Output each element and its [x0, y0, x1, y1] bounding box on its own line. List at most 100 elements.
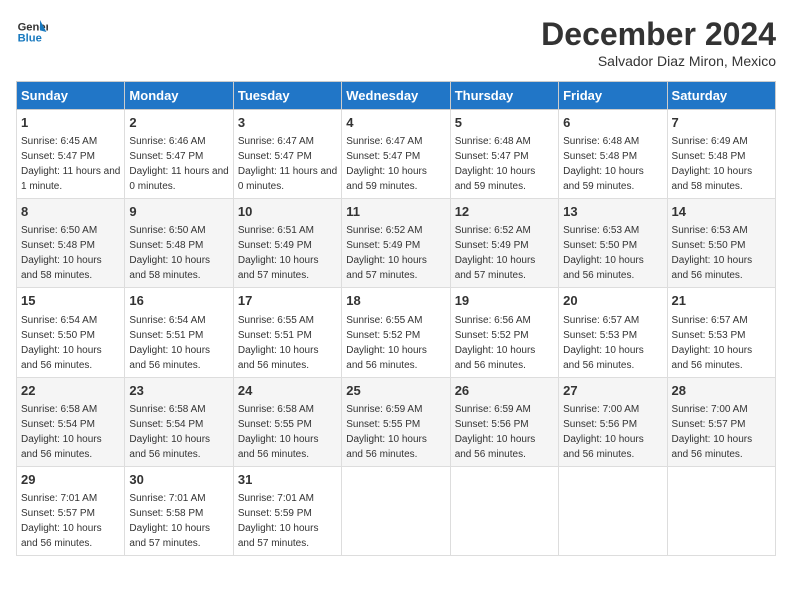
calendar-cell: [342, 466, 450, 555]
day-detail: Sunrise: 6:46 AMSunset: 5:47 PMDaylight:…: [129, 136, 228, 192]
day-number: 26: [455, 382, 554, 400]
calendar-cell: 4 Sunrise: 6:47 AMSunset: 5:47 PMDayligh…: [342, 110, 450, 199]
logo-icon: General Blue: [16, 16, 48, 48]
day-number: 21: [672, 292, 771, 310]
calendar-cell: 20 Sunrise: 6:57 AMSunset: 5:53 PMDaylig…: [559, 288, 667, 377]
day-detail: Sunrise: 6:55 AMSunset: 5:52 PMDaylight:…: [346, 315, 427, 371]
day-number: 3: [238, 114, 337, 132]
day-number: 6: [563, 114, 662, 132]
day-number: 28: [672, 382, 771, 400]
calendar-cell: 2 Sunrise: 6:46 AMSunset: 5:47 PMDayligh…: [125, 110, 233, 199]
day-number: 1: [21, 114, 120, 132]
day-detail: Sunrise: 7:01 AMSunset: 5:57 PMDaylight:…: [21, 493, 102, 549]
calendar-table: SundayMondayTuesdayWednesdayThursdayFrid…: [16, 81, 776, 556]
day-number: 13: [563, 203, 662, 221]
day-detail: Sunrise: 6:50 AMSunset: 5:48 PMDaylight:…: [129, 225, 210, 281]
calendar-cell: 22 Sunrise: 6:58 AMSunset: 5:54 PMDaylig…: [17, 377, 125, 466]
calendar-cell: 29 Sunrise: 7:01 AMSunset: 5:57 PMDaylig…: [17, 466, 125, 555]
calendar-cell: 21 Sunrise: 6:57 AMSunset: 5:53 PMDaylig…: [667, 288, 775, 377]
day-detail: Sunrise: 6:45 AMSunset: 5:47 PMDaylight:…: [21, 136, 120, 192]
day-number: 8: [21, 203, 120, 221]
day-detail: Sunrise: 6:53 AMSunset: 5:50 PMDaylight:…: [563, 225, 644, 281]
day-detail: Sunrise: 6:49 AMSunset: 5:48 PMDaylight:…: [672, 136, 753, 192]
header-day: Wednesday: [342, 82, 450, 110]
location: Salvador Diaz Miron, Mexico: [541, 53, 776, 69]
calendar-cell: 7 Sunrise: 6:49 AMSunset: 5:48 PMDayligh…: [667, 110, 775, 199]
day-number: 20: [563, 292, 662, 310]
day-detail: Sunrise: 7:00 AMSunset: 5:56 PMDaylight:…: [563, 404, 644, 460]
day-number: 29: [21, 471, 120, 489]
day-detail: Sunrise: 6:51 AMSunset: 5:49 PMDaylight:…: [238, 225, 319, 281]
calendar-cell: 31 Sunrise: 7:01 AMSunset: 5:59 PMDaylig…: [233, 466, 341, 555]
day-detail: Sunrise: 6:54 AMSunset: 5:50 PMDaylight:…: [21, 315, 102, 371]
day-number: 30: [129, 471, 228, 489]
day-detail: Sunrise: 6:59 AMSunset: 5:55 PMDaylight:…: [346, 404, 427, 460]
calendar-cell: 17 Sunrise: 6:55 AMSunset: 5:51 PMDaylig…: [233, 288, 341, 377]
day-detail: Sunrise: 7:01 AMSunset: 5:58 PMDaylight:…: [129, 493, 210, 549]
day-number: 7: [672, 114, 771, 132]
day-detail: Sunrise: 6:52 AMSunset: 5:49 PMDaylight:…: [346, 225, 427, 281]
calendar-week-row: 8 Sunrise: 6:50 AMSunset: 5:48 PMDayligh…: [17, 199, 776, 288]
header-day: Tuesday: [233, 82, 341, 110]
day-detail: Sunrise: 6:47 AMSunset: 5:47 PMDaylight:…: [238, 136, 337, 192]
day-detail: Sunrise: 6:54 AMSunset: 5:51 PMDaylight:…: [129, 315, 210, 371]
header-day: Monday: [125, 82, 233, 110]
calendar-cell: 5 Sunrise: 6:48 AMSunset: 5:47 PMDayligh…: [450, 110, 558, 199]
calendar-week-row: 15 Sunrise: 6:54 AMSunset: 5:50 PMDaylig…: [17, 288, 776, 377]
day-detail: Sunrise: 6:58 AMSunset: 5:55 PMDaylight:…: [238, 404, 319, 460]
calendar-cell: 11 Sunrise: 6:52 AMSunset: 5:49 PMDaylig…: [342, 199, 450, 288]
calendar-week-row: 29 Sunrise: 7:01 AMSunset: 5:57 PMDaylig…: [17, 466, 776, 555]
calendar-cell: [450, 466, 558, 555]
day-detail: Sunrise: 6:57 AMSunset: 5:53 PMDaylight:…: [672, 315, 753, 371]
day-detail: Sunrise: 6:57 AMSunset: 5:53 PMDaylight:…: [563, 315, 644, 371]
calendar-cell: 6 Sunrise: 6:48 AMSunset: 5:48 PMDayligh…: [559, 110, 667, 199]
svg-text:Blue: Blue: [18, 33, 42, 45]
day-number: 27: [563, 382, 662, 400]
day-number: 16: [129, 292, 228, 310]
calendar-week-row: 1 Sunrise: 6:45 AMSunset: 5:47 PMDayligh…: [17, 110, 776, 199]
day-number: 17: [238, 292, 337, 310]
day-detail: Sunrise: 6:56 AMSunset: 5:52 PMDaylight:…: [455, 315, 536, 371]
day-number: 5: [455, 114, 554, 132]
calendar-cell: 23 Sunrise: 6:58 AMSunset: 5:54 PMDaylig…: [125, 377, 233, 466]
calendar-cell: 8 Sunrise: 6:50 AMSunset: 5:48 PMDayligh…: [17, 199, 125, 288]
calendar-cell: 3 Sunrise: 6:47 AMSunset: 5:47 PMDayligh…: [233, 110, 341, 199]
day-detail: Sunrise: 6:59 AMSunset: 5:56 PMDaylight:…: [455, 404, 536, 460]
header-day: Friday: [559, 82, 667, 110]
calendar-cell: 18 Sunrise: 6:55 AMSunset: 5:52 PMDaylig…: [342, 288, 450, 377]
calendar-cell: 14 Sunrise: 6:53 AMSunset: 5:50 PMDaylig…: [667, 199, 775, 288]
day-number: 11: [346, 203, 445, 221]
calendar-cell: 10 Sunrise: 6:51 AMSunset: 5:49 PMDaylig…: [233, 199, 341, 288]
title-block: December 2024 Salvador Diaz Miron, Mexic…: [541, 16, 776, 69]
calendar-cell: 27 Sunrise: 7:00 AMSunset: 5:56 PMDaylig…: [559, 377, 667, 466]
day-number: 23: [129, 382, 228, 400]
day-number: 12: [455, 203, 554, 221]
calendar-cell: 24 Sunrise: 6:58 AMSunset: 5:55 PMDaylig…: [233, 377, 341, 466]
calendar-week-row: 22 Sunrise: 6:58 AMSunset: 5:54 PMDaylig…: [17, 377, 776, 466]
day-number: 4: [346, 114, 445, 132]
calendar-cell: 1 Sunrise: 6:45 AMSunset: 5:47 PMDayligh…: [17, 110, 125, 199]
day-number: 25: [346, 382, 445, 400]
calendar-cell: 30 Sunrise: 7:01 AMSunset: 5:58 PMDaylig…: [125, 466, 233, 555]
page-header: General Blue December 2024 Salvador Diaz…: [16, 16, 776, 69]
calendar-cell: 15 Sunrise: 6:54 AMSunset: 5:50 PMDaylig…: [17, 288, 125, 377]
day-number: 18: [346, 292, 445, 310]
header-day: Sunday: [17, 82, 125, 110]
day-detail: Sunrise: 6:58 AMSunset: 5:54 PMDaylight:…: [21, 404, 102, 460]
day-detail: Sunrise: 6:58 AMSunset: 5:54 PMDaylight:…: [129, 404, 210, 460]
day-detail: Sunrise: 6:47 AMSunset: 5:47 PMDaylight:…: [346, 136, 427, 192]
logo: General Blue: [16, 16, 48, 48]
day-number: 10: [238, 203, 337, 221]
day-detail: Sunrise: 6:53 AMSunset: 5:50 PMDaylight:…: [672, 225, 753, 281]
day-number: 14: [672, 203, 771, 221]
day-detail: Sunrise: 6:50 AMSunset: 5:48 PMDaylight:…: [21, 225, 102, 281]
calendar-cell: 9 Sunrise: 6:50 AMSunset: 5:48 PMDayligh…: [125, 199, 233, 288]
month-title: December 2024: [541, 16, 776, 53]
day-detail: Sunrise: 7:00 AMSunset: 5:57 PMDaylight:…: [672, 404, 753, 460]
day-detail: Sunrise: 7:01 AMSunset: 5:59 PMDaylight:…: [238, 493, 319, 549]
calendar-cell: 12 Sunrise: 6:52 AMSunset: 5:49 PMDaylig…: [450, 199, 558, 288]
calendar-cell: 16 Sunrise: 6:54 AMSunset: 5:51 PMDaylig…: [125, 288, 233, 377]
calendar-cell: [559, 466, 667, 555]
day-detail: Sunrise: 6:48 AMSunset: 5:47 PMDaylight:…: [455, 136, 536, 192]
calendar-cell: 19 Sunrise: 6:56 AMSunset: 5:52 PMDaylig…: [450, 288, 558, 377]
